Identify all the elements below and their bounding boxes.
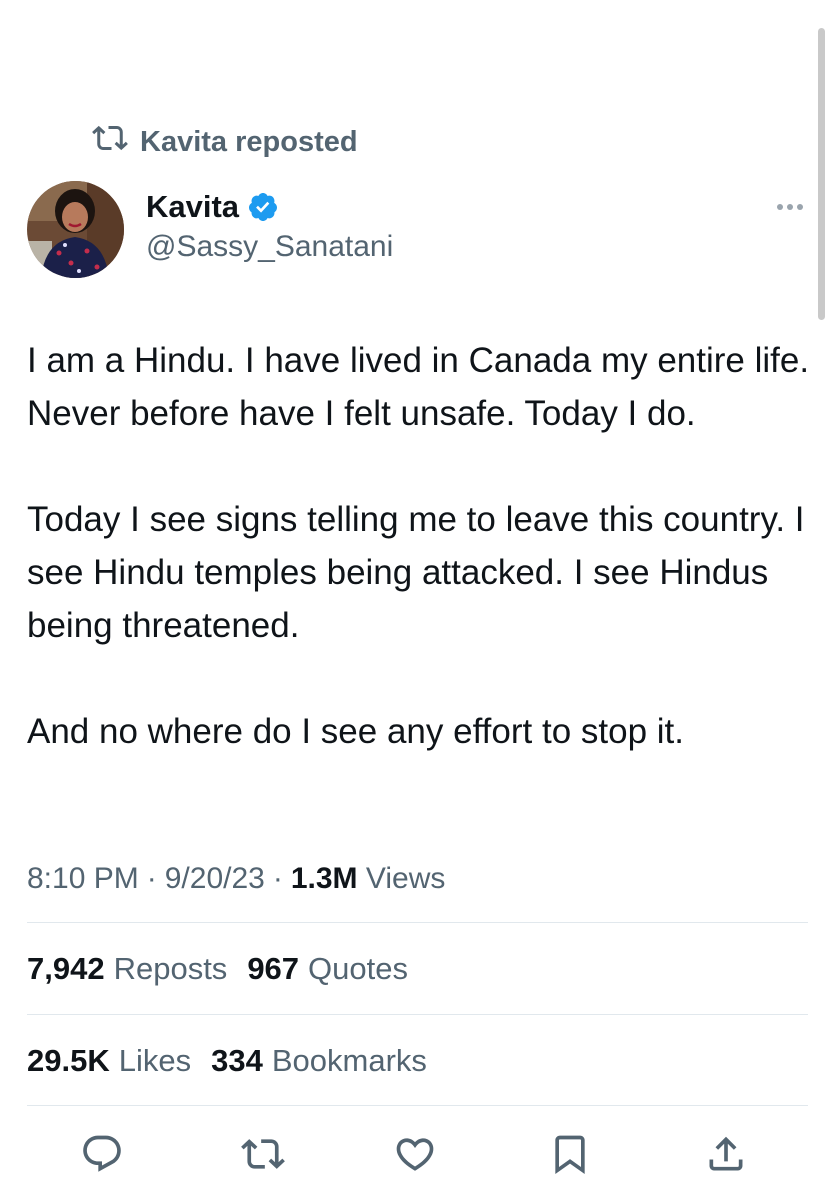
repost-button[interactable] — [235, 1126, 291, 1182]
reposts-count: 7,942 — [27, 951, 105, 986]
tweet-paragraph: I am a Hindu. I have lived in Canada my … — [27, 341, 810, 433]
reply-icon — [80, 1132, 124, 1176]
verified-badge-icon — [247, 191, 279, 223]
author-name-row[interactable]: Kavita — [146, 186, 279, 228]
tweet-text: I am a Hindu. I have lived in Canada my … — [27, 334, 817, 758]
reposts-stat[interactable]: 7,942 Reposts — [27, 951, 227, 987]
views-count-group[interactable]: 1.3M Views — [291, 862, 446, 896]
more-options-button[interactable] — [770, 192, 810, 222]
likes-stat[interactable]: 29.5K Likes — [27, 1043, 191, 1079]
like-button[interactable] — [387, 1126, 443, 1182]
bookmarks-label: Bookmarks — [271, 1043, 427, 1078]
tweet-date[interactable]: 9/20/23 — [165, 862, 265, 896]
tweet-detail-view: Kavita reposted Kavita @Sassy_Sanatani I… — [0, 0, 833, 1200]
tweet-time[interactable]: 8:10 PM — [27, 862, 139, 896]
meta-separator: · — [272, 862, 283, 895]
scrollbar[interactable] — [818, 28, 825, 320]
tweet-meta: 8:10 PM · 9/20/23 · 1.3M Views — [27, 858, 445, 900]
views-count: 1.3M — [290, 862, 358, 895]
repost-icon — [92, 120, 128, 164]
repost-banner-text: Kavita reposted — [140, 125, 358, 158]
tweet-paragraph: And no where do I see any effort to stop… — [27, 712, 684, 751]
divider — [27, 922, 808, 923]
author-name[interactable]: Kavita — [146, 189, 239, 225]
views-label: Views — [365, 862, 446, 895]
stats-row-reposts: 7,942 Reposts 967 Quotes — [27, 948, 408, 990]
author-handle[interactable]: @Sassy_Sanatani — [146, 230, 393, 264]
bookmarks-stat[interactable]: 334 Bookmarks — [211, 1043, 427, 1079]
quotes-count: 967 — [247, 951, 300, 986]
tweet-paragraph: Today I see signs telling me to leave th… — [27, 500, 805, 645]
meta-separator: · — [146, 862, 157, 895]
share-button[interactable] — [698, 1126, 754, 1182]
quotes-label: Quotes — [308, 951, 408, 986]
avatar[interactable] — [27, 181, 124, 278]
more-dot-icon — [787, 204, 793, 210]
stats-row-likes: 29.5K Likes 334 Bookmarks — [27, 1040, 427, 1082]
quotes-stat[interactable]: 967 Quotes — [247, 951, 408, 987]
repost-icon — [241, 1132, 285, 1176]
bookmarks-count: 334 — [211, 1043, 263, 1078]
divider — [27, 1014, 808, 1015]
more-dot-icon — [777, 204, 783, 210]
bookmark-button[interactable] — [542, 1126, 598, 1182]
likes-count: 29.5K — [27, 1043, 110, 1078]
bookmark-icon — [548, 1132, 592, 1176]
like-icon — [393, 1132, 437, 1176]
share-icon — [704, 1132, 748, 1176]
repost-banner[interactable]: Kavita reposted — [92, 122, 358, 162]
action-bar — [0, 1126, 833, 1182]
reposts-label: Reposts — [113, 951, 228, 986]
divider — [27, 1105, 808, 1106]
likes-label: Likes — [118, 1043, 192, 1078]
reply-button[interactable] — [74, 1126, 130, 1182]
more-dot-icon — [797, 204, 803, 210]
